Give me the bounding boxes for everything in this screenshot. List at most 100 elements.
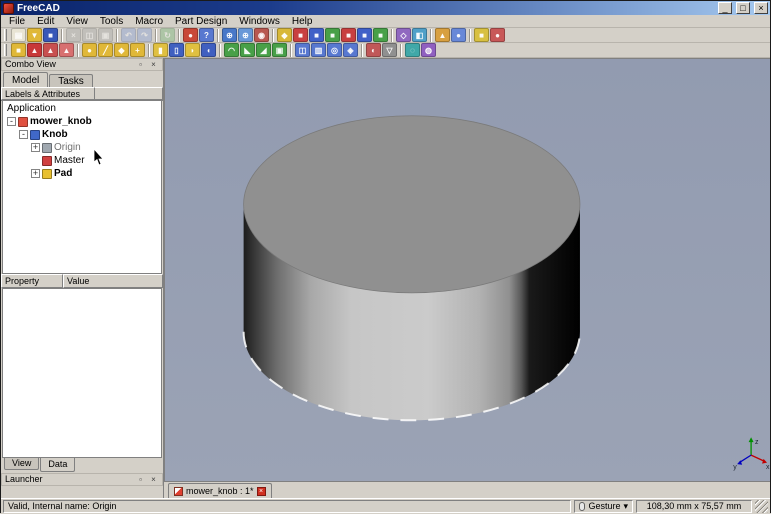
toolbar-separator[interactable]	[178, 28, 180, 42]
menu-windows[interactable]: Windows	[233, 15, 286, 28]
view-front-button[interactable]: ■	[293, 28, 308, 42]
revolution-button[interactable]: ◗	[185, 43, 200, 57]
maximize-button[interactable]: □	[736, 2, 750, 14]
menu-tools[interactable]: Tools	[94, 15, 129, 28]
toolbar-separator[interactable]	[361, 43, 363, 57]
tree-item-application[interactable]: Application	[3, 102, 161, 115]
appearance-button[interactable]: ●	[451, 28, 466, 42]
tab-model[interactable]: Model	[3, 72, 49, 87]
groove-button[interactable]: ◖	[201, 43, 216, 57]
create-body-button[interactable]: ■	[11, 43, 26, 57]
toolbar-separator[interactable]	[219, 43, 221, 57]
multitransform-button[interactable]: ◈	[343, 43, 358, 57]
property-table-body[interactable]	[2, 288, 162, 458]
draw-style-button[interactable]: ◉	[254, 28, 269, 42]
tab-data[interactable]: Data	[40, 458, 76, 472]
toolbar-handle[interactable]	[4, 29, 7, 41]
cylinder-model[interactable]	[242, 115, 581, 422]
toolbar-handle[interactable]	[4, 44, 7, 56]
menu-file[interactable]: File	[3, 15, 31, 28]
view-rear-button[interactable]: ■	[341, 28, 356, 42]
toolbar-separator[interactable]	[77, 43, 79, 57]
draft-button[interactable]: ◢	[256, 43, 271, 57]
new-document-button[interactable]: ▤	[11, 28, 26, 42]
close-button[interactable]: ×	[754, 2, 768, 14]
dock-close-icon[interactable]: ×	[148, 60, 159, 70]
tree-item-mower-knob[interactable]: - mower_knob	[3, 115, 161, 128]
document-close-icon[interactable]: ×	[256, 486, 266, 496]
toolbar-separator[interactable]	[400, 43, 402, 57]
tree-item-knob[interactable]: - Knob	[3, 128, 161, 141]
copy-button[interactable]: ◫	[82, 28, 97, 42]
whats-this-button[interactable]: ?	[199, 28, 214, 42]
edit-sketch-button[interactable]: ▲	[43, 43, 58, 57]
toolbar-separator[interactable]	[116, 28, 118, 42]
create-sketch-button[interactable]: ▲	[27, 43, 42, 57]
tab-view[interactable]: View	[4, 458, 40, 470]
toolbar-separator[interactable]	[290, 43, 292, 57]
view-left-button[interactable]: ■	[373, 28, 388, 42]
migrate-button[interactable]: ▽	[382, 43, 397, 57]
tree-item-origin[interactable]: + Origin	[3, 141, 161, 154]
fit-all-button[interactable]: ⊕	[222, 28, 237, 42]
pad-button[interactable]: ▮	[153, 43, 168, 57]
linear-pattern-button[interactable]: ▥	[311, 43, 326, 57]
document-tab[interactable]: mower_knob : 1* ×	[168, 483, 272, 498]
toolbar-separator[interactable]	[155, 28, 157, 42]
tree-expander-icon[interactable]: -	[7, 117, 16, 126]
resize-grip[interactable]	[755, 500, 768, 513]
paste-button[interactable]: ▣	[98, 28, 113, 42]
menu-help[interactable]: Help	[286, 15, 319, 28]
fillet-button[interactable]: ◠	[224, 43, 239, 57]
toolbar-separator[interactable]	[469, 28, 471, 42]
part-cylinder-button[interactable]: ●	[490, 28, 505, 42]
toolbar-separator[interactable]	[217, 28, 219, 42]
tree-expander-icon[interactable]: +	[31, 169, 40, 178]
dock-pin-icon[interactable]: ▫	[135, 475, 146, 485]
open-document-button[interactable]: ▼	[27, 28, 42, 42]
undo-button[interactable]: ↶	[121, 28, 136, 42]
datum-plane-button[interactable]: ◆	[114, 43, 129, 57]
labels-attributes-header[interactable]: Labels & Attributes	[1, 87, 95, 100]
local-cs-button[interactable]: +	[130, 43, 145, 57]
model-tree[interactable]: Application - mower_knob - Knob + Origin	[2, 101, 162, 274]
minimize-button[interactable]: _	[718, 2, 732, 14]
tree-item-master[interactable]: Master	[3, 154, 161, 167]
save-document-button[interactable]: ■	[43, 28, 58, 42]
mirrored-button[interactable]: ◫	[295, 43, 310, 57]
property-column-header[interactable]: Property	[1, 274, 63, 288]
menu-part-design[interactable]: Part Design	[169, 15, 233, 28]
thickness-button[interactable]: ▣	[272, 43, 287, 57]
chamfer-button[interactable]: ◣	[240, 43, 255, 57]
menu-view[interactable]: View	[60, 15, 94, 28]
view-right-button[interactable]: ■	[325, 28, 340, 42]
boolean-button[interactable]: ◐	[366, 43, 381, 57]
toolbar-separator[interactable]	[391, 28, 393, 42]
datum-line-button[interactable]: ╱	[98, 43, 113, 57]
gesture-nav-dropdown[interactable]: Gesture ▾	[574, 500, 633, 513]
tab-tasks[interactable]: Tasks	[49, 74, 93, 87]
toolbar-separator[interactable]	[272, 28, 274, 42]
texture-button[interactable]: ▲	[435, 28, 450, 42]
toolbar-separator[interactable]	[430, 28, 432, 42]
view-top-button[interactable]: ■	[309, 28, 324, 42]
refresh-button[interactable]: ↻	[160, 28, 175, 42]
3d-viewport[interactable]: z x y	[164, 58, 770, 482]
toolbar-separator[interactable]	[148, 43, 150, 57]
clone-button[interactable]: ◍	[421, 43, 436, 57]
tree-expander-icon[interactable]: +	[31, 143, 40, 152]
dock-close-icon[interactable]: ×	[148, 475, 159, 485]
value-column-header[interactable]: Value	[63, 274, 163, 288]
datum-point-button[interactable]: ●	[82, 43, 97, 57]
measure-distance-button[interactable]: ◇	[396, 28, 411, 42]
cut-button[interactable]: ×	[66, 28, 81, 42]
view-isometric-button[interactable]: ◆	[277, 28, 292, 42]
pocket-button[interactable]: ▯	[169, 43, 184, 57]
macro-record-button[interactable]: ●	[183, 28, 198, 42]
tree-item-pad[interactable]: + Pad	[3, 167, 161, 180]
menu-edit[interactable]: Edit	[31, 15, 60, 28]
polar-pattern-button[interactable]: ◎	[327, 43, 342, 57]
view-bottom-button[interactable]: ■	[357, 28, 372, 42]
clipping-plane-button[interactable]: ◧	[412, 28, 427, 42]
tree-expander-icon[interactable]: -	[19, 130, 28, 139]
